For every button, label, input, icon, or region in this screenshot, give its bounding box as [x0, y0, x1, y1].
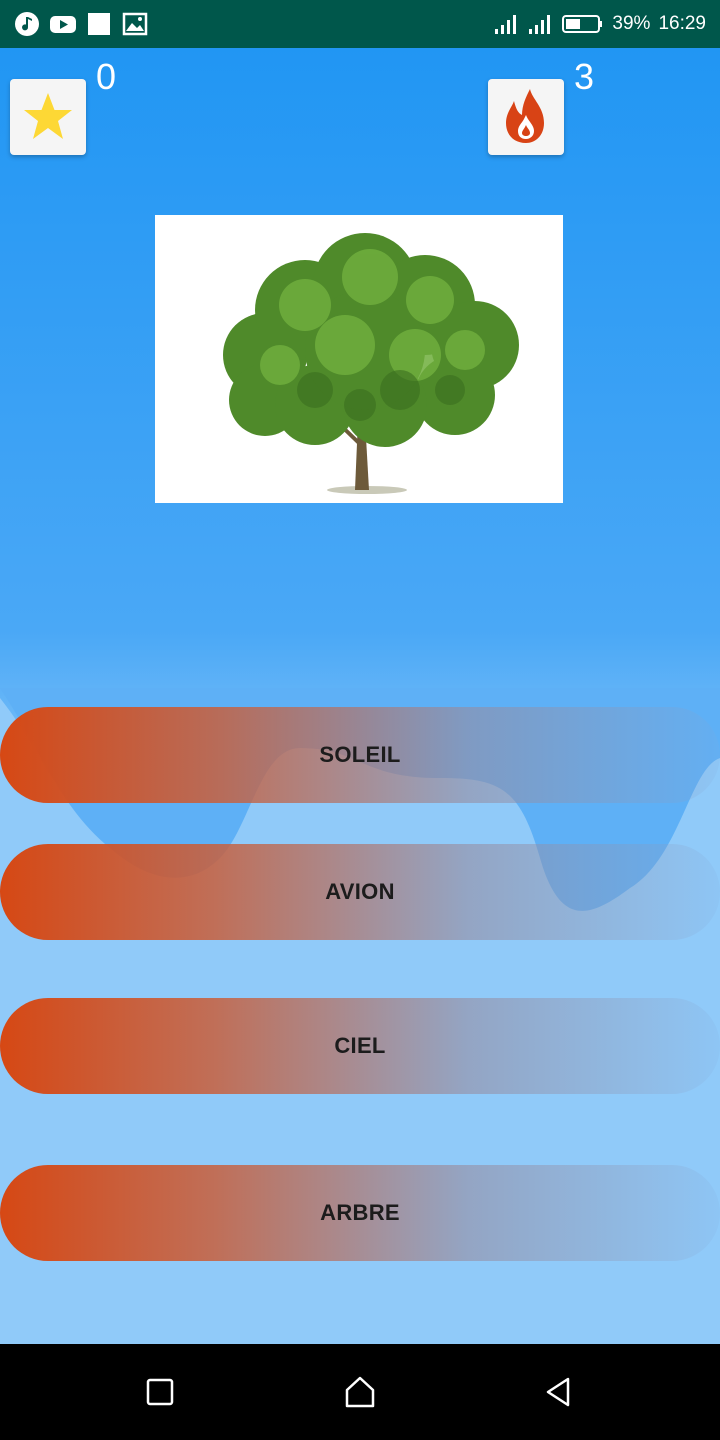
- star-icon: [24, 93, 72, 139]
- answer-label: AVION: [325, 879, 395, 904]
- recents-button[interactable]: [140, 1372, 180, 1412]
- flame-icon: [506, 89, 544, 143]
- game-screen: 0 3 SOLEIL AVION CIEL ARBRE: [0, 48, 720, 1344]
- clock: 16:29: [658, 13, 706, 34]
- back-button[interactable]: [538, 1372, 578, 1412]
- square-notification-icon: [88, 13, 110, 35]
- answer-button-arbre[interactable]: ARBRE: [0, 1165, 720, 1261]
- music-note-icon: [15, 12, 39, 36]
- score-badge: [10, 79, 86, 155]
- status-right: 39% 16:29: [494, 0, 706, 48]
- signal-1-icon: [495, 15, 517, 34]
- score-count: 0: [96, 56, 117, 97]
- status-bar: 39% 16:29: [0, 0, 720, 48]
- answer-button-avion[interactable]: AVION: [0, 844, 720, 940]
- battery-percent: 39%: [612, 13, 651, 34]
- notification-icons: [14, 10, 148, 38]
- recents-square-icon: [146, 1378, 174, 1406]
- image-icon: [122, 12, 148, 36]
- home-button[interactable]: [340, 1372, 380, 1412]
- answer-button-ciel[interactable]: CIEL: [0, 998, 720, 1094]
- youtube-icon: [50, 16, 76, 33]
- answer-button-soleil[interactable]: SOLEIL: [0, 707, 720, 803]
- answer-label: SOLEIL: [319, 742, 401, 767]
- answer-label: ARBRE: [320, 1200, 400, 1225]
- back-triangle-icon: [546, 1377, 570, 1407]
- streak-badge: [488, 79, 564, 155]
- battery-icon: [562, 15, 603, 33]
- tree-icon: [223, 233, 519, 494]
- streak-count: 3: [574, 56, 595, 97]
- navigation-bar: [0, 1344, 720, 1440]
- answer-label: CIEL: [334, 1033, 386, 1058]
- question-picture: [155, 215, 563, 503]
- home-icon: [345, 1376, 375, 1408]
- signal-2-icon: [529, 15, 551, 34]
